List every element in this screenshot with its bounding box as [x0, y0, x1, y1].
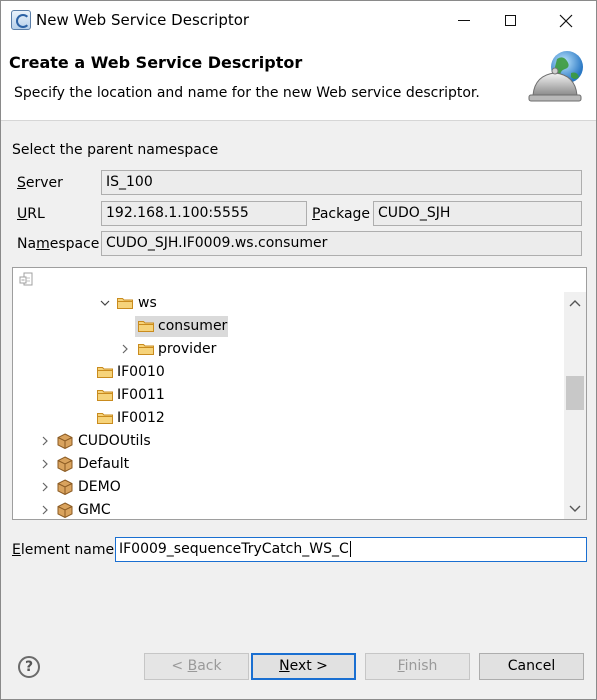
banner-message: Specify the location and name for the ne… [14, 85, 480, 101]
finish-button[interactable]: Finish [365, 653, 470, 680]
tree-node-label: IF0012 [117, 410, 165, 426]
tree-node-provider[interactable]: provider [13, 338, 564, 360]
tree-node-default[interactable]: Default [13, 453, 564, 475]
text-caret [349, 541, 351, 557]
scroll-up-icon[interactable] [569, 299, 581, 309]
chevron-down-icon[interactable] [100, 298, 110, 308]
chevron-right-icon[interactable] [40, 436, 50, 446]
element-name-input[interactable]: IF0009_sequenceTryCatch_WS_C [115, 537, 587, 562]
wizard-banner: Create a Web Service Descriptor Specify … [1, 39, 596, 121]
tree-node-label: consumer [158, 318, 228, 334]
tree-node-if0011[interactable]: IF0011 [13, 384, 564, 406]
package-icon [57, 479, 73, 495]
chevron-right-icon[interactable] [40, 482, 50, 492]
package-label: Package [312, 206, 371, 222]
tree-node-label: provider [158, 341, 217, 357]
title-bar: New Web Service Descriptor [1, 1, 596, 39]
minimize-icon [458, 20, 470, 21]
tree-node-gmc[interactable]: GMC [13, 499, 564, 519]
element-name-value: IF0009_sequenceTryCatch_WS_C [119, 541, 349, 557]
server-field[interactable]: IS_100 [101, 170, 582, 195]
folder-icon [97, 367, 113, 378]
window-title: New Web Service Descriptor [36, 11, 250, 29]
maximize-icon [504, 15, 516, 26]
chevron-right-icon[interactable] [40, 459, 50, 469]
tree-node-if0012[interactable]: IF0012 [13, 407, 564, 429]
next-button[interactable]: Next > [251, 653, 356, 680]
help-icon[interactable]: ? [18, 656, 40, 678]
tree-node-ws[interactable]: ws [13, 292, 564, 314]
tree-body: ws consumer provider IF0010 IF0011 IF001… [13, 292, 564, 519]
close-button[interactable] [541, 1, 591, 39]
tree-node-demo[interactable]: DEMO [13, 476, 564, 498]
back-button[interactable]: < Back [144, 653, 249, 680]
url-label: URL [17, 206, 45, 222]
section-label: Select the parent namespace [12, 142, 219, 158]
package-icon [57, 456, 73, 472]
folder-icon [97, 390, 113, 401]
tree-node-label: CUDOUtils [78, 433, 151, 449]
package-icon [57, 433, 73, 449]
namespace-field[interactable]: CUDO_SJH.IF0009.ws.consumer [101, 231, 582, 256]
banner-title: Create a Web Service Descriptor [9, 53, 303, 72]
tree-node-label: IF0011 [117, 387, 165, 403]
scrollbar-thumb[interactable] [566, 376, 584, 410]
tree-vertical-scrollbar[interactable] [564, 292, 586, 519]
folder-open-icon [138, 321, 154, 332]
folder-icon [138, 344, 154, 355]
dialog-window: New Web Service Descriptor Create a Web … [0, 0, 597, 700]
app-icon [11, 10, 31, 30]
tree-node-label: DEMO [78, 479, 121, 495]
minimize-button[interactable] [439, 1, 489, 39]
web-service-globe-icon [528, 51, 583, 102]
folder-icon [117, 298, 133, 309]
chevron-right-icon[interactable] [120, 344, 130, 354]
package-field[interactable]: CUDO_SJH [373, 201, 582, 226]
tree-node-if0010[interactable]: IF0010 [13, 361, 564, 383]
tree-toolbar [13, 268, 586, 292]
tree-node-label: GMC [78, 502, 111, 518]
element-name-label: Element name [12, 542, 115, 558]
collapse-all-icon[interactable] [18, 272, 34, 288]
tree-node-label: Default [78, 456, 130, 472]
tree-node-consumer[interactable]: consumer [13, 315, 564, 337]
cancel-button[interactable]: Cancel [479, 653, 584, 680]
tree-node-cudoutils[interactable]: CUDOUtils [13, 430, 564, 452]
url-field[interactable]: 192.168.1.100:5555 [101, 201, 307, 226]
tree-node-label: IF0010 [117, 364, 165, 380]
server-label: Server [17, 175, 63, 191]
tree-node-label: ws [138, 295, 157, 311]
package-icon [57, 502, 73, 518]
namespace-label: Namespace [17, 236, 100, 252]
namespace-tree[interactable]: ws consumer provider IF0010 IF0011 IF001… [12, 267, 587, 520]
chevron-right-icon[interactable] [40, 505, 50, 515]
maximize-button[interactable] [485, 1, 535, 39]
folder-icon [97, 413, 113, 424]
scroll-down-icon[interactable] [569, 503, 581, 513]
close-icon [559, 14, 573, 27]
